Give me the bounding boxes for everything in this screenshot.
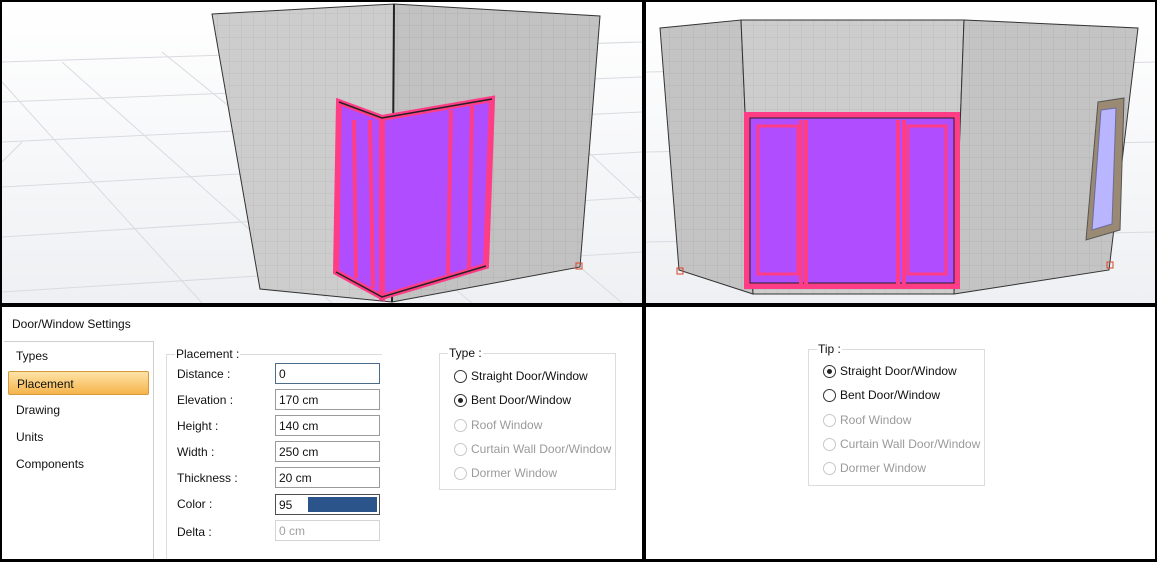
distance-input[interactable] bbox=[275, 363, 380, 384]
elevation-input[interactable] bbox=[275, 389, 380, 410]
tip-group-title: Tip : bbox=[817, 342, 842, 356]
straight-window-scene bbox=[646, 2, 1155, 303]
width-input[interactable] bbox=[275, 441, 380, 462]
nav-item-components[interactable]: Components bbox=[8, 452, 149, 476]
tip-option-dormer: Dormer Window bbox=[823, 459, 926, 477]
type-group-title: Type : bbox=[448, 346, 483, 360]
tip-option-label: Bent Door/Window bbox=[840, 388, 941, 402]
thickness-input[interactable] bbox=[275, 467, 380, 488]
type-group: Type : Straight Door/Window Bent Door/Wi… bbox=[439, 346, 616, 490]
radio-button[interactable] bbox=[454, 369, 467, 383]
tip-option-label: Dormer Window bbox=[840, 461, 927, 475]
door-window-settings-dialog: Door/Window Settings Types Placement Dra… bbox=[2, 307, 642, 559]
type-option-curtain-wall: Curtain Wall Door/Window bbox=[454, 440, 611, 458]
elevation-label: Elevation : bbox=[177, 393, 234, 407]
height-input[interactable] bbox=[275, 415, 380, 436]
dialog-title: Door/Window Settings bbox=[12, 317, 131, 331]
tip-option-label: Straight Door/Window bbox=[840, 364, 957, 378]
type-option-bent[interactable]: Bent Door/Window bbox=[454, 391, 571, 409]
radio-button[interactable] bbox=[823, 388, 836, 402]
distance-label: Distance : bbox=[177, 367, 231, 381]
viewport-bent-window[interactable] bbox=[2, 2, 642, 303]
settings-nav: Types Placement Drawing Units Components bbox=[4, 341, 154, 559]
type-option-label: Roof Window bbox=[471, 418, 543, 432]
tip-option-curtain-wall: Curtain Wall Door/Window bbox=[823, 435, 980, 453]
tip-option-bent[interactable]: Bent Door/Window bbox=[823, 386, 940, 404]
placement-group-title: Placement : bbox=[175, 347, 241, 361]
type-option-label: Dormer Window bbox=[471, 466, 558, 480]
type-option-label: Straight Door/Window bbox=[471, 369, 588, 383]
thickness-label: Thickness : bbox=[177, 471, 238, 485]
height-label: Height : bbox=[177, 419, 219, 433]
type-option-label: Bent Door/Window bbox=[471, 393, 572, 407]
radio-button-disabled bbox=[823, 413, 836, 427]
tip-option-straight[interactable]: Straight Door/Window bbox=[823, 362, 957, 380]
radio-button-disabled bbox=[454, 466, 467, 480]
color-value: 95 bbox=[279, 498, 293, 512]
color-swatch bbox=[308, 497, 377, 512]
radio-button-disabled bbox=[823, 437, 836, 451]
width-label: Width : bbox=[177, 445, 215, 459]
bent-window bbox=[332, 95, 496, 303]
radio-button-disabled bbox=[454, 418, 467, 432]
tip-panel: Tip : Straight Door/Window Bent Door/Win… bbox=[646, 307, 1155, 559]
type-option-straight[interactable]: Straight Door/Window bbox=[454, 367, 588, 385]
delta-input bbox=[275, 520, 380, 541]
color-picker[interactable]: 95 bbox=[275, 494, 380, 515]
tip-option-label: Curtain Wall Door/Window bbox=[840, 437, 981, 451]
radio-button-disabled bbox=[454, 442, 467, 456]
nav-item-placement[interactable]: Placement bbox=[8, 371, 149, 395]
radio-button-checked[interactable] bbox=[454, 393, 467, 407]
tip-group: Tip : Straight Door/Window Bent Door/Win… bbox=[808, 342, 985, 486]
nav-item-units[interactable]: Units bbox=[8, 425, 149, 449]
color-label: Color : bbox=[177, 497, 213, 511]
nav-item-types[interactable]: Types bbox=[8, 344, 149, 368]
delta-label: Delta : bbox=[177, 525, 212, 539]
tip-option-label: Roof Window bbox=[840, 413, 912, 427]
type-option-dormer: Dormer Window bbox=[454, 464, 557, 482]
radio-button-checked[interactable] bbox=[823, 364, 836, 378]
tip-option-roof: Roof Window bbox=[823, 411, 911, 429]
straight-window bbox=[744, 112, 960, 289]
radio-button-disabled bbox=[823, 461, 836, 475]
nav-item-drawing[interactable]: Drawing bbox=[8, 398, 149, 422]
bent-window-scene bbox=[2, 2, 642, 303]
viewport-straight-window[interactable] bbox=[646, 2, 1155, 303]
type-option-roof: Roof Window bbox=[454, 416, 542, 434]
type-option-label: Curtain Wall Door/Window bbox=[471, 442, 612, 456]
